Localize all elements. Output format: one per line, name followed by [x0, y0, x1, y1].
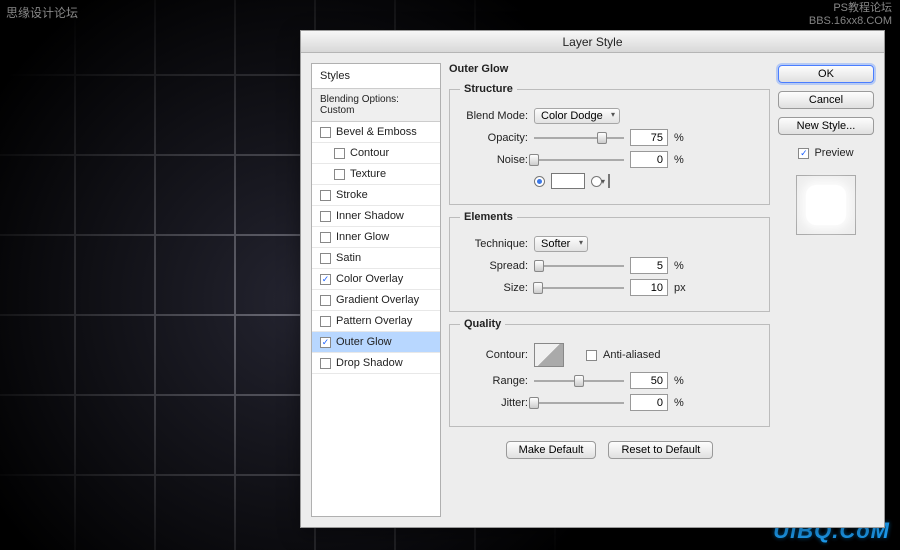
anti-aliased-label: Anti-aliased	[603, 349, 660, 361]
dialog-title: Layer Style	[301, 31, 884, 53]
elements-legend: Elements	[460, 211, 517, 223]
style-checkbox[interactable]	[320, 295, 331, 306]
make-default-button[interactable]: Make Default	[506, 441, 597, 459]
preview-checkbox[interactable]: ✓	[798, 148, 809, 159]
style-label: Texture	[350, 168, 386, 180]
structure-group: Structure Blend Mode: Color Dodge Opacit…	[449, 83, 770, 205]
watermark-top-right: PS教程论坛 BBS.16xx8.COM	[809, 2, 892, 28]
blend-mode-select[interactable]: Color Dodge	[534, 108, 620, 124]
range-input[interactable]	[630, 372, 668, 389]
reset-default-button[interactable]: Reset to Default	[608, 441, 713, 459]
style-row-texture[interactable]: Texture	[312, 164, 440, 185]
style-checkbox[interactable]: ✓	[320, 337, 331, 348]
noise-label: Noise:	[460, 154, 528, 166]
elements-group: Elements Technique: Softer Spread: %	[449, 211, 770, 312]
noise-slider[interactable]	[534, 154, 624, 166]
style-label: Inner Glow	[336, 231, 389, 243]
style-label: Drop Shadow	[336, 357, 403, 369]
range-label: Range:	[460, 375, 528, 387]
style-label: Bevel & Emboss	[336, 126, 417, 138]
quality-group: Quality Contour: Anti-aliased Range: % J…	[449, 318, 770, 427]
style-row-color-overlay[interactable]: ✓ Color Overlay	[312, 269, 440, 290]
ok-button[interactable]: OK	[778, 65, 874, 83]
size-input[interactable]	[630, 279, 668, 296]
range-slider[interactable]	[534, 375, 624, 387]
glow-color-swatch[interactable]	[551, 173, 585, 189]
style-checkbox[interactable]	[320, 253, 331, 264]
jitter-input[interactable]	[630, 394, 668, 411]
style-label: Pattern Overlay	[336, 315, 412, 327]
range-unit: %	[674, 375, 692, 387]
style-label: Satin	[336, 252, 361, 264]
style-checkbox[interactable]	[320, 358, 331, 369]
size-unit: px	[674, 282, 692, 294]
style-row-inner-glow[interactable]: Inner Glow	[312, 227, 440, 248]
size-label: Size:	[460, 282, 528, 294]
style-row-stroke[interactable]: Stroke	[312, 185, 440, 206]
anti-aliased-checkbox[interactable]	[586, 350, 597, 361]
size-slider[interactable]	[534, 282, 624, 294]
noise-unit: %	[674, 154, 692, 166]
blending-options-row[interactable]: Blending Options: Custom	[312, 89, 440, 122]
preview-label: Preview	[814, 147, 853, 159]
style-checkbox[interactable]	[320, 190, 331, 201]
style-row-bevel-emboss[interactable]: Bevel & Emboss	[312, 122, 440, 143]
new-style-button[interactable]: New Style...	[778, 117, 874, 135]
preview-thumbnail	[796, 175, 856, 235]
style-checkbox[interactable]: ✓	[320, 274, 331, 285]
glow-color-radio[interactable]	[534, 176, 545, 187]
actions-column: OK Cancel New Style... ✓ Preview	[778, 63, 874, 517]
style-checkbox[interactable]	[320, 127, 331, 138]
opacity-input[interactable]	[630, 129, 668, 146]
jitter-unit: %	[674, 397, 692, 409]
style-label: Inner Shadow	[336, 210, 404, 222]
structure-legend: Structure	[460, 83, 517, 95]
style-label: Stroke	[336, 189, 368, 201]
jitter-label: Jitter:	[460, 397, 528, 409]
style-label: Gradient Overlay	[336, 294, 419, 306]
style-checkbox[interactable]	[320, 211, 331, 222]
glow-gradient-radio[interactable]	[591, 176, 602, 187]
style-row-gradient-overlay[interactable]: Gradient Overlay	[312, 290, 440, 311]
spread-input[interactable]	[630, 257, 668, 274]
opacity-label: Opacity:	[460, 132, 528, 144]
opacity-unit: %	[674, 132, 692, 144]
spread-label: Spread:	[460, 260, 528, 272]
spread-slider[interactable]	[534, 260, 624, 272]
glow-gradient-picker[interactable]	[608, 174, 610, 188]
contour-picker[interactable]	[534, 343, 564, 367]
noise-input[interactable]	[630, 151, 668, 168]
style-row-contour[interactable]: Contour	[312, 143, 440, 164]
style-checkbox[interactable]	[320, 232, 331, 243]
panel-title: Outer Glow	[449, 63, 770, 75]
watermark-top-left: 思缘设计论坛	[6, 4, 78, 21]
layer-style-dialog: Layer Style Styles Blending Options: Cus…	[300, 30, 885, 528]
preview-glow-icon	[806, 185, 846, 225]
cancel-button[interactable]: Cancel	[778, 91, 874, 109]
styles-panel: Styles Blending Options: Custom Bevel & …	[311, 63, 441, 517]
style-checkbox[interactable]	[320, 316, 331, 327]
style-checkbox[interactable]	[334, 148, 345, 159]
spread-unit: %	[674, 260, 692, 272]
style-label: Outer Glow	[336, 336, 392, 348]
settings-panel: Outer Glow Structure Blend Mode: Color D…	[449, 63, 770, 517]
styles-header[interactable]: Styles	[312, 64, 440, 89]
jitter-slider[interactable]	[534, 397, 624, 409]
style-label: Contour	[350, 147, 389, 159]
style-row-drop-shadow[interactable]: Drop Shadow	[312, 353, 440, 374]
technique-select[interactable]: Softer	[534, 236, 588, 252]
opacity-slider[interactable]	[534, 132, 624, 144]
style-row-pattern-overlay[interactable]: Pattern Overlay	[312, 311, 440, 332]
quality-legend: Quality	[460, 318, 505, 330]
contour-label: Contour:	[460, 349, 528, 361]
style-label: Color Overlay	[336, 273, 403, 285]
style-checkbox[interactable]	[334, 169, 345, 180]
technique-label: Technique:	[460, 238, 528, 250]
blend-mode-label: Blend Mode:	[460, 110, 528, 122]
style-row-satin[interactable]: Satin	[312, 248, 440, 269]
style-row-outer-glow[interactable]: ✓ Outer Glow	[312, 332, 440, 353]
style-row-inner-shadow[interactable]: Inner Shadow	[312, 206, 440, 227]
